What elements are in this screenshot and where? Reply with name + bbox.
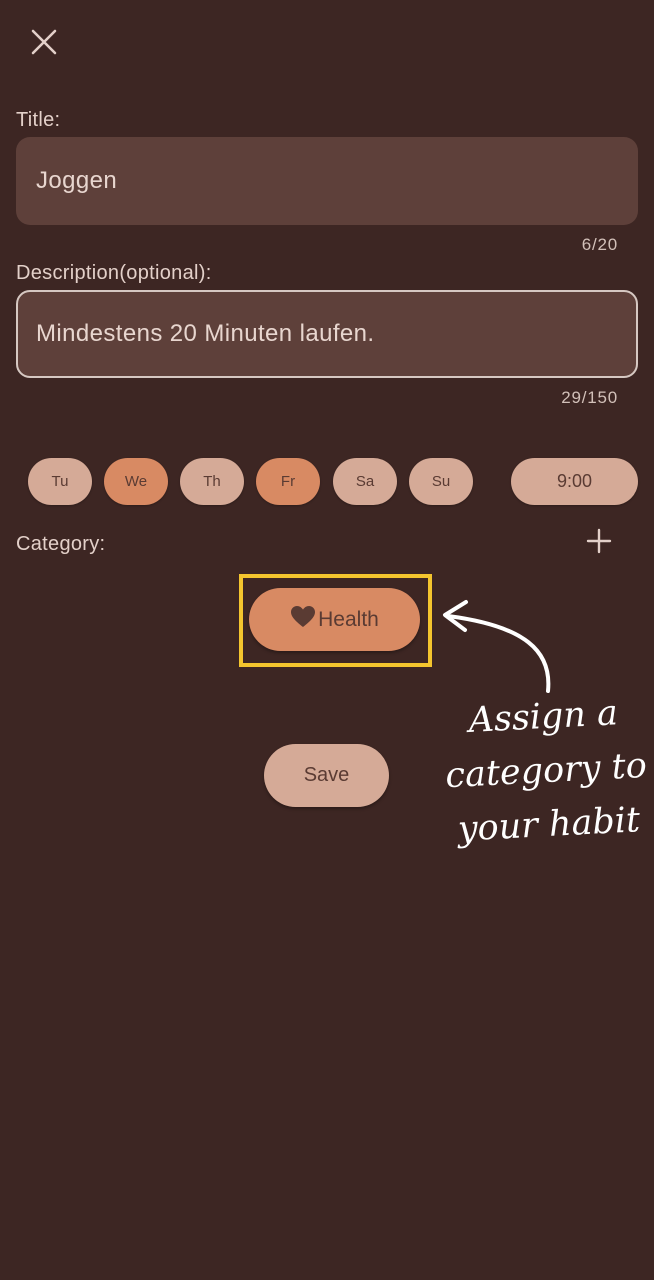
day-toggle-su[interactable]: Su [409, 458, 473, 505]
day-toggle-fr[interactable]: Fr [256, 458, 320, 505]
tutorial-annotation: Assign a category to your habit [430, 596, 654, 886]
day-toggle-we[interactable]: We [104, 458, 168, 505]
title-char-counter: 6/20 [581, 235, 618, 254]
description-char-counter: 29/150 [561, 388, 618, 407]
category-label: Category: [16, 533, 106, 555]
time-picker-button[interactable]: 9:00 [511, 458, 638, 505]
day-toggle-tu[interactable]: Tu [28, 458, 92, 505]
category-chip-label: Health [318, 607, 379, 631]
day-toggle-sa[interactable]: Sa [333, 458, 397, 505]
title-input-value: Joggen [36, 167, 118, 194]
title-label: Title: [16, 109, 61, 131]
category-chip-health[interactable]: Health [249, 588, 420, 651]
description-input[interactable]: Mindestens 20 Minuten laufen. [16, 290, 638, 378]
plus-icon [586, 528, 612, 559]
description-input-value: Mindestens 20 Minuten laufen. [36, 320, 375, 347]
add-category-button[interactable] [580, 524, 618, 562]
close-icon [31, 29, 57, 60]
day-toggle-th[interactable]: Th [180, 458, 244, 505]
title-input[interactable]: Joggen [16, 137, 638, 225]
heart-icon [290, 605, 316, 635]
annotation-text: Assign a category to your habit [430, 684, 654, 858]
close-button[interactable] [24, 24, 64, 64]
save-button[interactable]: Save [264, 744, 389, 807]
annotation-line-3: your habit [456, 800, 641, 850]
description-label: Description(optional): [16, 262, 212, 284]
